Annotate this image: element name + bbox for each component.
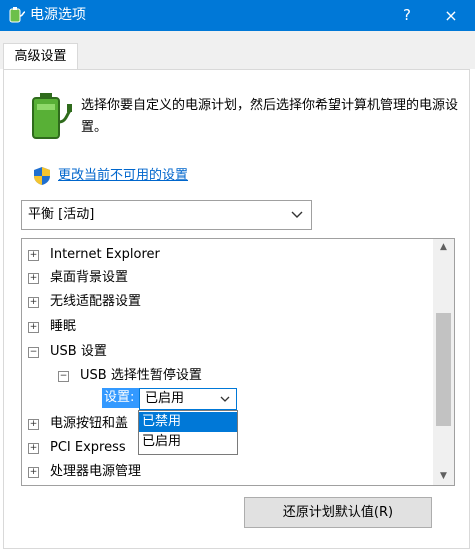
tree-item-label: 处理器电源管理 [50, 464, 142, 479]
collapse-icon[interactable]: − [58, 371, 69, 382]
settings-tree[interactable]: + Internet Explorer + 桌面背景设置 + 无线适配器设置 +… [21, 238, 455, 486]
usb-suspend-setting-select[interactable]: 已启用 [139, 388, 237, 410]
chevron-down-icon [220, 396, 230, 402]
chevron-down-icon [291, 211, 303, 218]
tree-item-label: 无线适配器设置 [50, 294, 142, 309]
tab-strip: 高级设置 [0, 31, 475, 70]
tree-item-label: 电源按钮和盖 [50, 416, 129, 431]
tree-item-label: 睡眠 [50, 319, 77, 334]
scroll-thumb[interactable] [436, 313, 451, 426]
tree-item-label: USB 选择性暂停设置 [80, 368, 202, 383]
power-options-icon [9, 7, 26, 23]
scroll-down-icon[interactable]: ▼ [433, 468, 454, 485]
expand-icon[interactable]: + [28, 467, 39, 478]
tree-item-label: PCI Express [50, 440, 126, 455]
battery-icon [32, 93, 72, 139]
help-button[interactable]: ? [392, 0, 422, 31]
restore-defaults-button[interactable]: 还原计划默认值(R) [244, 497, 432, 528]
setting-value: 已启用 [145, 391, 185, 406]
dropdown-option-enabled[interactable]: 已启用 [139, 432, 237, 452]
description-text: 选择你要自定义的电源计划，然后选择你希望计算机管理的电源设置。 [81, 98, 459, 135]
tree-item-label: USB 设置 [50, 344, 107, 359]
change-unavailable-settings-link[interactable]: 更改当前不可用的设置 [58, 167, 188, 185]
tree-item-label: 桌面背景设置 [50, 270, 129, 285]
expand-icon[interactable]: + [28, 443, 39, 454]
title-bar: 电源选项 ? × [0, 0, 475, 31]
expand-icon[interactable]: + [28, 322, 39, 333]
window-title: 电源选项 [30, 7, 86, 23]
collapse-icon[interactable]: − [28, 347, 39, 358]
close-button[interactable]: × [432, 0, 470, 31]
tab-advanced-settings[interactable]: 高级设置 [3, 43, 78, 70]
vertical-scrollbar[interactable]: ▲ ▼ [433, 239, 454, 485]
scroll-up-icon[interactable]: ▲ [433, 239, 454, 256]
expand-icon[interactable]: + [28, 297, 39, 308]
power-plan-value: 平衡 [活动] [28, 207, 95, 222]
expand-icon[interactable]: + [28, 273, 39, 284]
dropdown-option-disabled[interactable]: 已禁用 [139, 412, 237, 432]
expand-icon[interactable]: + [28, 250, 39, 261]
shield-icon [34, 167, 50, 185]
tree-item-label: Internet Explorer [50, 247, 160, 262]
expand-icon[interactable]: + [28, 419, 39, 430]
power-plan-select[interactable]: 平衡 [活动] [21, 200, 312, 230]
setting-dropdown-list: 已禁用 已启用 [138, 410, 238, 455]
setting-label: 设置: [102, 388, 142, 408]
